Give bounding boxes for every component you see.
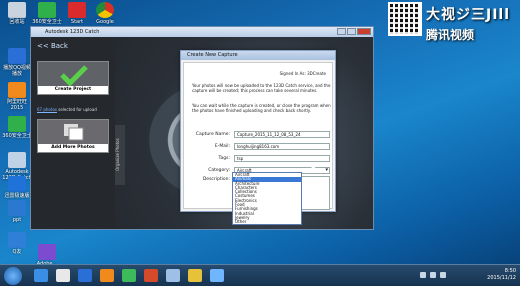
- window-controls: [337, 28, 371, 35]
- start-button[interactable]: [4, 267, 22, 285]
- desktop-icon-xunlei[interactable]: 迅雷极速版: [2, 176, 32, 199]
- qq-icon: [8, 232, 26, 248]
- capture-name-row: Capture Name: Capture_2015_11_12_08_53_2…: [184, 131, 334, 139]
- 360-icon: [8, 116, 26, 132]
- close-button[interactable]: [357, 28, 371, 35]
- taskbar-media-icon[interactable]: [78, 269, 92, 282]
- tray-volume-icon[interactable]: [430, 272, 436, 278]
- create-project-label: Create Project: [38, 86, 108, 94]
- maximize-button[interactable]: [347, 28, 356, 35]
- adobe-icon: [38, 244, 56, 260]
- 123d-catch-icon: [8, 152, 26, 168]
- dialog-body: Signed In As: 3DCreate Your photos will …: [183, 62, 334, 225]
- signed-in-label: Signed In As: 3DCreate: [279, 71, 326, 76]
- system-clock[interactable]: 8:50 2015/11/12: [487, 268, 516, 282]
- video-watermark: 大视ジ三JIll 腾讯视频: [426, 4, 516, 44]
- taskbar-123d-catch-icon[interactable]: [210, 269, 224, 282]
- desktop-icon-360[interactable]: 360安全卫士: [32, 2, 62, 25]
- tray-network-icon[interactable]: [420, 272, 426, 278]
- add-more-photos-tile[interactable]: Add More Photos: [37, 119, 109, 153]
- category-option[interactable]: Other: [233, 219, 301, 224]
- wait-info-text: You can wait while the capture is create…: [192, 103, 331, 113]
- desktop-icon-recycle[interactable]: 回收站: [2, 2, 32, 25]
- back-link[interactable]: << Back: [31, 37, 115, 50]
- description-label: Description:: [202, 177, 230, 182]
- dialog-title: Create New Capture: [181, 51, 335, 60]
- side-panel: << Back Create Project 67 photos selecte…: [31, 37, 115, 229]
- email-row: E-Mail: longhuijing8163.com: [184, 143, 334, 151]
- photos-count-link[interactable]: 67 photos: [37, 107, 57, 112]
- minimize-button[interactable]: [337, 28, 346, 35]
- aliwangwang-icon: [8, 82, 26, 98]
- taskbar-app-icon[interactable]: [188, 269, 202, 282]
- app-title: Autodesk 123D Catch: [45, 29, 100, 35]
- chrome-icon: [96, 2, 114, 18]
- upload-info-text: Your photos will now be uploaded to the …: [192, 83, 331, 93]
- desktop-icon-ppt[interactable]: ppt: [2, 200, 32, 223]
- recycle-bin-icon: [8, 2, 26, 18]
- email-label: E-Mail:: [214, 144, 230, 149]
- taskbar-app-icon[interactable]: [144, 269, 158, 282]
- tags-label: Tags:: [218, 156, 230, 161]
- create-capture-dialog: Create New Capture Signed In As: 3DCreat…: [180, 50, 336, 225]
- add-more-photos-label: Add More Photos: [38, 144, 108, 152]
- desktop-icon-qqplayer[interactable]: 播放QQ视频播放: [2, 48, 32, 77]
- desktop-icon-start[interactable]: Start: [62, 2, 92, 25]
- clock-time: 8:50: [504, 268, 516, 274]
- ppt-icon: [8, 200, 26, 216]
- desktop-icon-google[interactable]: Google: [90, 2, 120, 25]
- create-project-tile[interactable]: Create Project: [37, 61, 109, 95]
- photos-icon: [64, 124, 84, 141]
- capture-name-input[interactable]: Capture_2015_11_12_08_53_24: [234, 131, 330, 138]
- desktop-icon-aliwangwang[interactable]: 阿里旺旺2015: [2, 82, 32, 111]
- category-label: Category:: [208, 168, 230, 173]
- category-dropdown-list[interactable]: Aircraft Animals Architecture Characters…: [232, 172, 302, 225]
- checkmark-icon: [60, 65, 88, 87]
- taskbar-app-icon[interactable]: [100, 269, 114, 282]
- taskbar: 8:50 2015/11/12: [0, 264, 520, 286]
- organize-photos-tab[interactable]: Organize Photos: [115, 125, 125, 185]
- desktop-icon-qyou[interactable]: Q友: [2, 232, 32, 255]
- taskbar-app-icon[interactable]: [122, 269, 136, 282]
- desktop-icon-360b[interactable]: 360安全卫士: [2, 116, 32, 139]
- brand-line1: 大视ジ三JIll: [426, 7, 511, 23]
- tags-input[interactable]: tsp: [234, 155, 330, 162]
- qq-player-icon: [8, 48, 26, 64]
- email-input[interactable]: longhuijing8163.com: [234, 143, 330, 150]
- tags-row: Tags: tsp: [184, 155, 334, 163]
- clock-date: 2015/11/12: [487, 275, 516, 281]
- brand-line2: 腾讯视频: [426, 28, 475, 42]
- 360-icon: [38, 2, 56, 18]
- capture-name-label: Capture Name:: [195, 132, 230, 137]
- start-app-icon: [68, 2, 86, 18]
- qr-code: [388, 2, 422, 36]
- taskbar-explorer-icon[interactable]: [56, 269, 70, 282]
- xunlei-icon: [8, 176, 26, 192]
- taskbar-ie-icon[interactable]: [34, 269, 48, 282]
- taskbar-app-icon[interactable]: [166, 269, 180, 282]
- tray-flag-icon[interactable]: [440, 272, 446, 278]
- app-title-bar: Autodesk 123D Catch: [31, 27, 373, 37]
- photos-selected-note: 67 photos selected for upload: [37, 107, 97, 112]
